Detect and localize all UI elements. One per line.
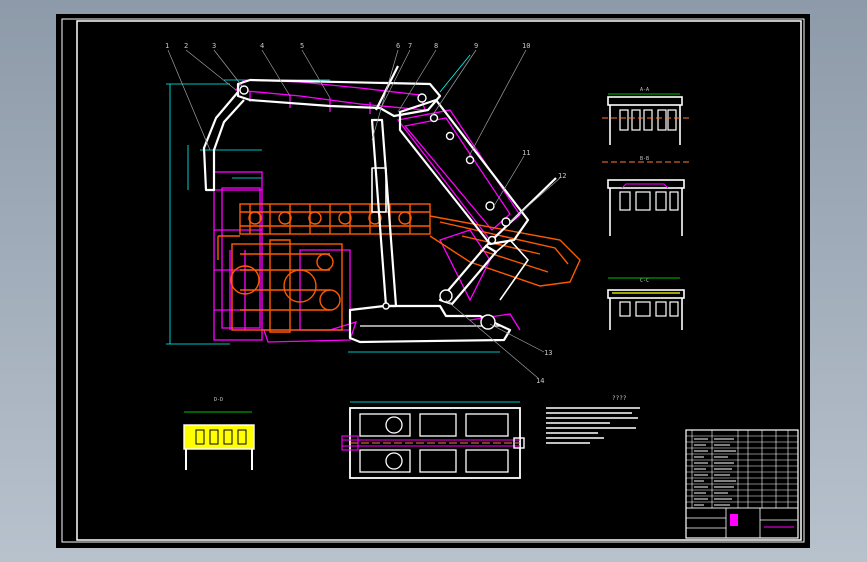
section-b-label: B-B bbox=[640, 156, 649, 162]
main-elevation-view: 1 2 3 4 5 6 7 8 9 10 11 12 13 14 bbox=[165, 42, 581, 385]
part-balloons: 1 2 3 4 5 6 7 8 9 10 11 12 13 14 bbox=[165, 42, 566, 385]
technical-notes: ???? bbox=[546, 395, 640, 444]
balloon-14: 14 bbox=[536, 377, 544, 385]
section-views: A-A B-B C-C bbox=[602, 87, 690, 330]
title-block-stamp bbox=[730, 514, 738, 526]
section-d-d: D-D bbox=[183, 397, 255, 470]
balloon-12: 12 bbox=[558, 172, 566, 180]
section-d-label: D-D bbox=[214, 397, 223, 403]
title-block-grid bbox=[685, 507, 799, 539]
cad-viewport[interactable]: 1 2 3 4 5 6 7 8 9 10 11 12 13 14 A-A B-B… bbox=[0, 0, 867, 562]
balloon-9: 9 bbox=[474, 42, 478, 50]
balloon-11: 11 bbox=[522, 149, 530, 157]
section-c-label: C-C bbox=[640, 278, 649, 284]
balloon-4: 4 bbox=[260, 42, 264, 50]
balloon-2: 2 bbox=[184, 42, 188, 50]
balloon-7: 7 bbox=[408, 42, 412, 50]
leader-lines bbox=[167, 49, 561, 379]
canopy-structure bbox=[213, 79, 521, 343]
balloon-10: 10 bbox=[522, 42, 530, 50]
balloon-5: 5 bbox=[300, 42, 304, 50]
section-b-b: B-B bbox=[602, 156, 690, 236]
balloon-1: 1 bbox=[165, 42, 169, 50]
section-c-c: C-C bbox=[607, 277, 685, 330]
balloon-3: 3 bbox=[212, 42, 216, 50]
sheet-border bbox=[61, 18, 805, 543]
section-a-a: A-A bbox=[602, 87, 690, 145]
note-lines bbox=[546, 407, 640, 444]
balloon-8: 8 bbox=[434, 42, 438, 50]
plan-view bbox=[341, 401, 525, 479]
notes-title: ???? bbox=[612, 395, 627, 402]
section-a-label: A-A bbox=[640, 87, 649, 93]
balloon-13: 13 bbox=[544, 349, 552, 357]
drawing-sheet: 1 2 3 4 5 6 7 8 9 10 11 12 13 14 A-A B-B… bbox=[56, 14, 810, 548]
title-block bbox=[685, 429, 799, 539]
pivot-pins bbox=[239, 85, 511, 330]
balloon-6: 6 bbox=[396, 42, 400, 50]
drawing-canvas: 1 2 3 4 5 6 7 8 9 10 11 12 13 14 A-A B-B… bbox=[61, 18, 805, 543]
